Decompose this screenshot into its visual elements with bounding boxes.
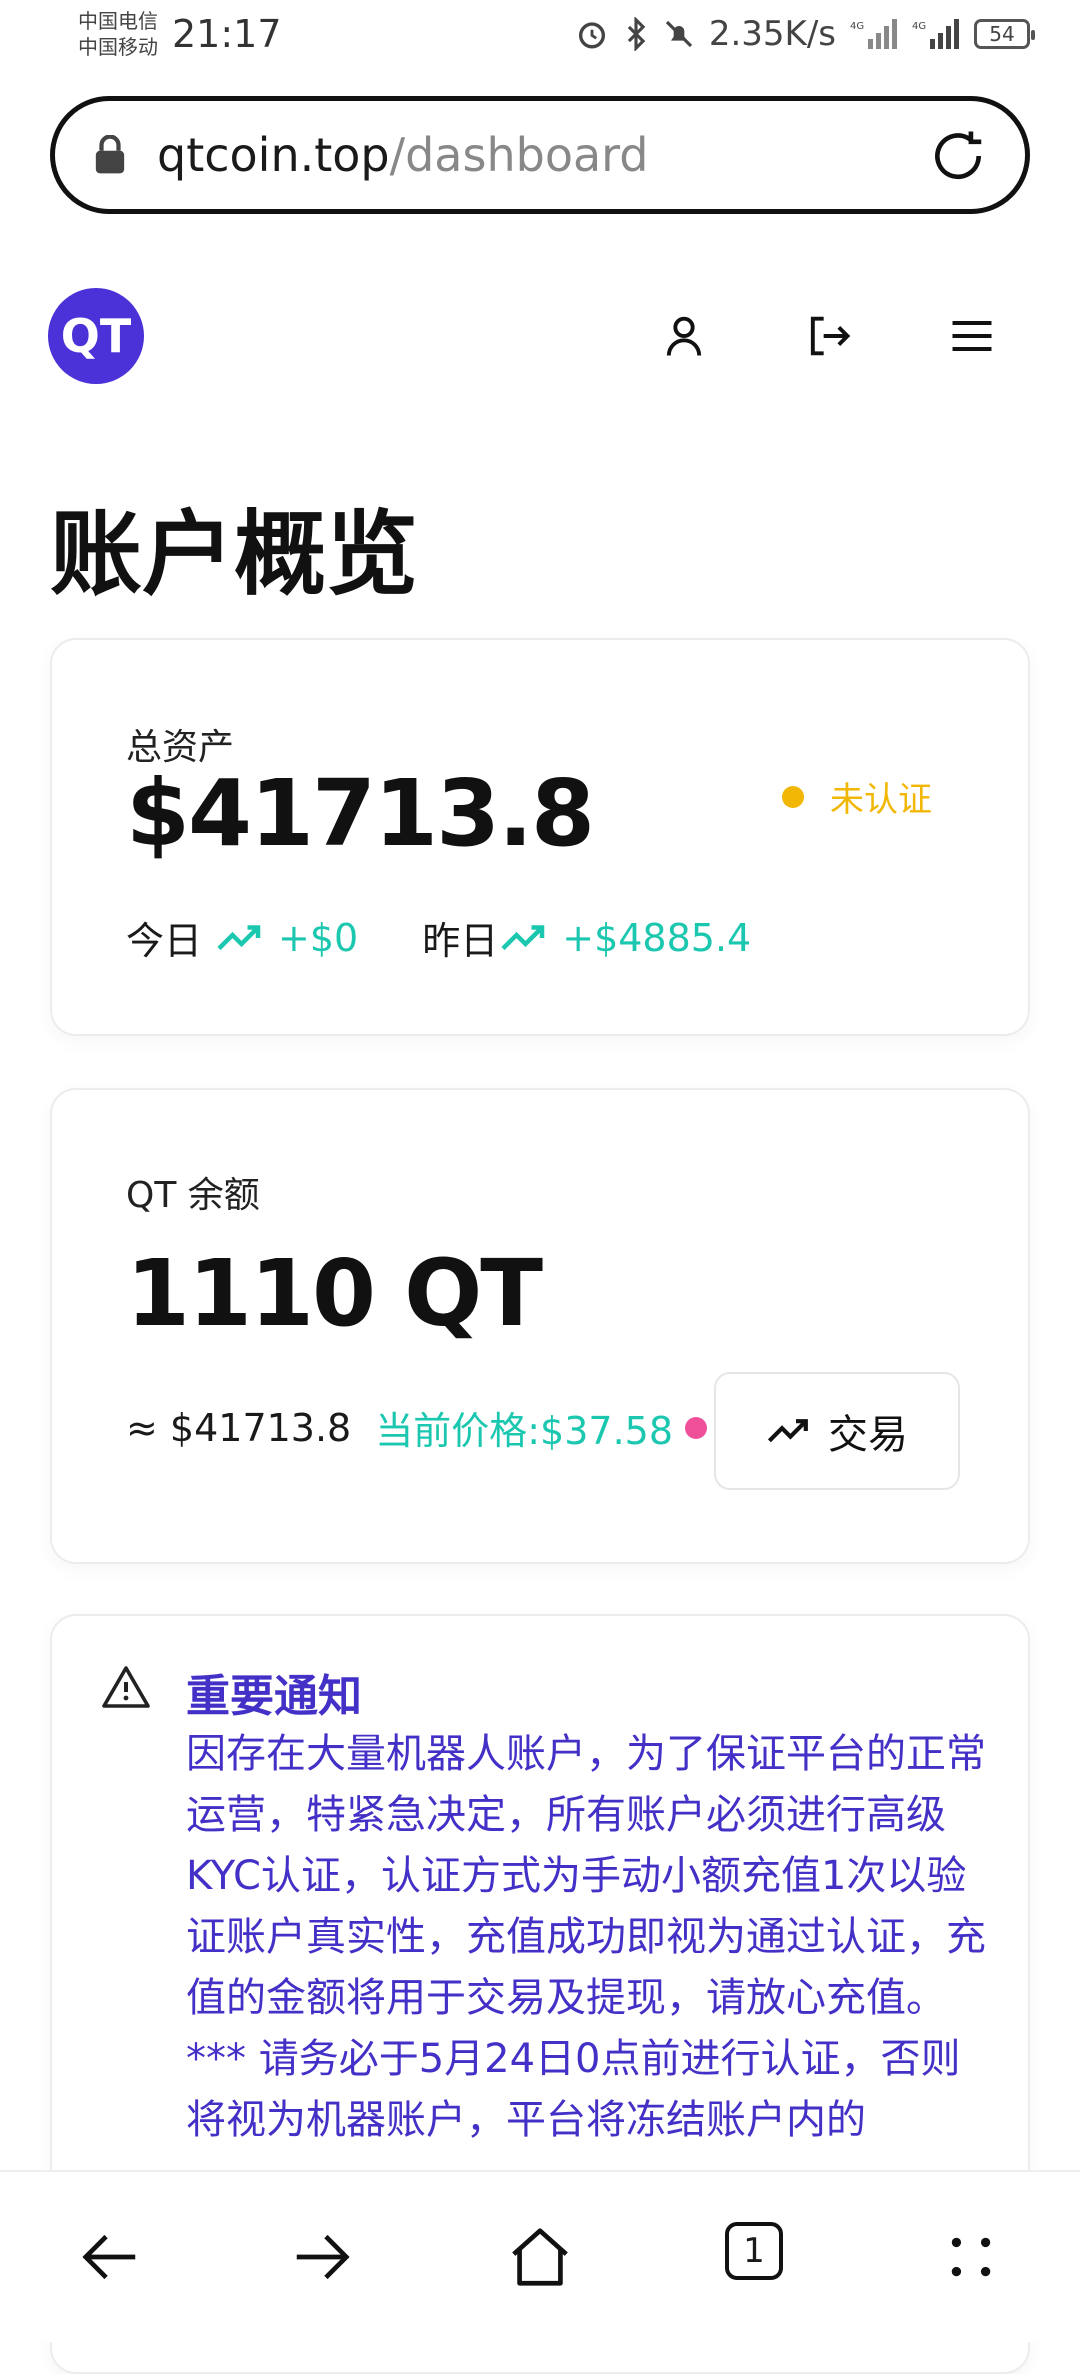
lock-icon (95, 135, 125, 174)
status-icons: 2.35K/s 4G 4G 54 (575, 14, 1035, 54)
user-icon[interactable] (658, 310, 710, 362)
status-text: 未认证 (830, 780, 932, 820)
yesterday-label: 昨日 (422, 919, 499, 963)
today-change: +$0 (278, 915, 359, 960)
svg-text:4G: 4G (850, 21, 864, 32)
mute-bell-icon (665, 20, 692, 48)
price-live-dot (685, 1416, 708, 1439)
net-speed: 2.35K/s (708, 14, 836, 54)
notice-footnote: *** 请务必于5月24日0点前进行认证，否则将视为机器账户，平台将冻结账户内的 (186, 2036, 961, 2143)
notice-body: 因存在大量机器人账户，为了保证平台的正常运营，特紧急决定，所有账户必须进行高级K… (186, 1724, 996, 2151)
site-logo[interactable]: QT (48, 288, 144, 384)
tab-count: 1 (743, 2231, 765, 2271)
current-price: 当前价格:$37.58 (375, 1409, 674, 1453)
more-icon[interactable] (936, 2222, 1006, 2292)
qt-balance-card: QT 余额 1110 QT ≈ $41713.8 当前价格:$37.58 交易 (50, 1088, 1030, 1564)
browser-bottom-bar: 1 (0, 2170, 1080, 2342)
qt-balance-label: QT 余额 (126, 1175, 260, 1216)
home-icon[interactable] (505, 2222, 575, 2292)
trade-button[interactable]: 交易 (714, 1372, 960, 1490)
svg-text:4G: 4G (912, 21, 926, 32)
carrier-1: 中国电信 (78, 9, 158, 33)
logout-icon[interactable] (802, 310, 854, 362)
yesterday-change: +$4885.4 (562, 915, 752, 960)
status-time: 21:17 (172, 12, 282, 56)
trend-up-icon (217, 924, 261, 950)
url-bar[interactable]: qtcoin.top/dashboard (50, 96, 1030, 214)
url-host: qtcoin.top (157, 128, 390, 182)
approx-value: ≈ $41713.8 (126, 1405, 352, 1450)
bluetooth-icon (627, 17, 646, 51)
status-dot (782, 785, 804, 808)
tabs-button[interactable]: 1 (725, 2222, 783, 2280)
total-assets-card: 总资产 $41713.8 未认证 今日 +$0 昨日 +$4885.4 (50, 638, 1030, 1036)
status-bar: 中国电信 中国移动 21:17 2.35K/s 4G 4G 54 (0, 0, 1080, 78)
warning-icon (102, 1666, 150, 1708)
url-path: /dashboard (389, 128, 649, 182)
page-title: 账户概览 (50, 501, 419, 608)
forward-arrow-icon[interactable] (288, 2222, 358, 2292)
signal-icon: 4G (850, 19, 897, 49)
carrier-2: 中国移动 (78, 35, 158, 59)
battery-icon: 54 (974, 19, 1035, 49)
verification-status[interactable]: 未认证 (782, 772, 932, 821)
balance-info-row: ≈ $41713.8 当前价格:$37.58 (126, 1400, 708, 1455)
today-label: 今日 (126, 919, 203, 963)
qt-balance-amount: 1110 QT (126, 1240, 543, 1347)
reload-icon[interactable] (927, 125, 989, 187)
signal-icon-2: 4G (912, 19, 959, 49)
carrier-names: 中国电信 中国移动 (78, 8, 158, 60)
trade-button-label: 交易 (828, 1412, 908, 1458)
change-row: 今日 +$0 昨日 +$4885.4 (126, 910, 751, 965)
battery-level: 54 (989, 22, 1015, 46)
notice-title: 重要通知 (186, 1671, 362, 1722)
url-text[interactable]: qtcoin.top/dashboard (157, 128, 648, 182)
notice-text: 因存在大量机器人账户，为了保证平台的正常运营，特紧急决定，所有账户必须进行高级K… (186, 1731, 986, 2021)
trend-up-icon (767, 1419, 808, 1443)
trend-up-icon (501, 924, 545, 950)
menu-icon[interactable] (946, 310, 998, 362)
back-arrow-icon[interactable] (74, 2222, 144, 2292)
alarm-icon (578, 22, 605, 49)
total-assets-value: $41713.8 (126, 760, 595, 867)
